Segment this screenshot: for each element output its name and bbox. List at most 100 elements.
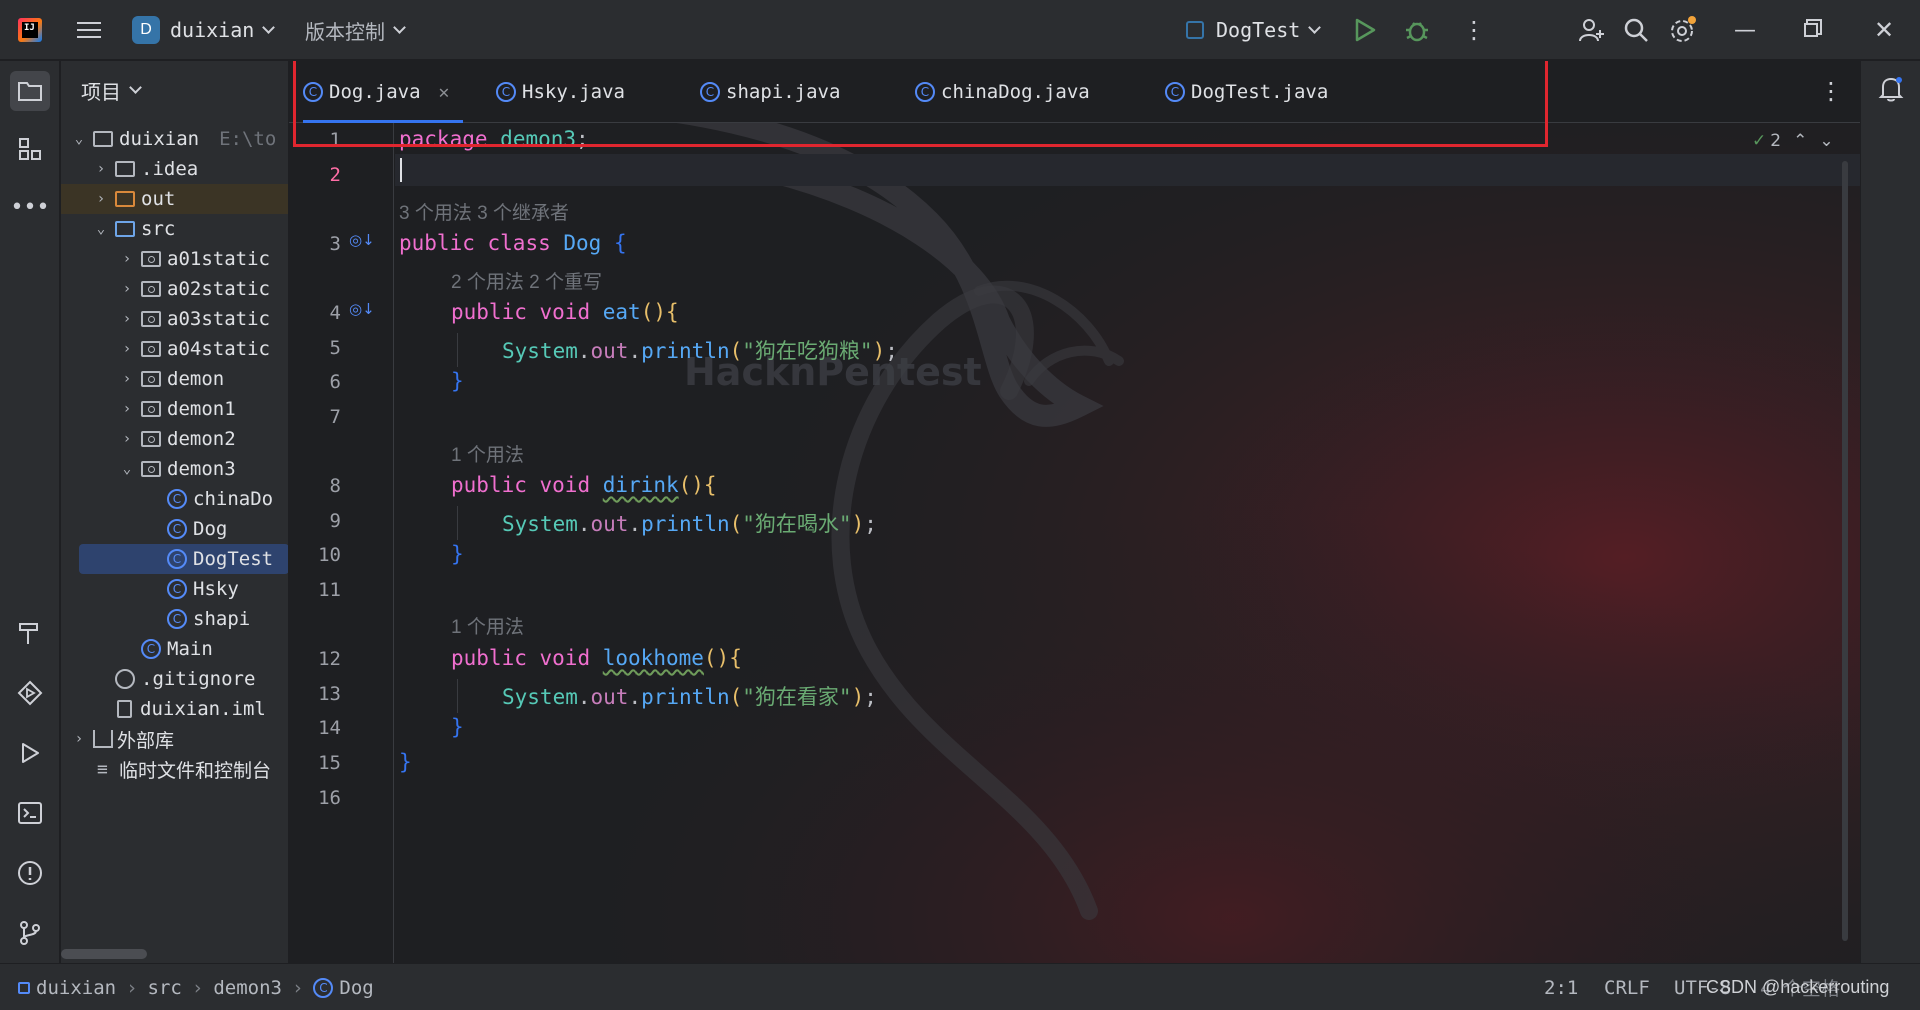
indent-guide <box>457 506 458 540</box>
line-number: 11 <box>318 579 341 601</box>
code-line-10[interactable]: } <box>451 542 464 566</box>
tree-item-chinadog[interactable]: C chinaDo <box>61 484 288 514</box>
tree-item-demon3[interactable]: ⌄ demon3 <box>61 454 288 484</box>
tab-options-icon[interactable]: ⋮ <box>1819 77 1843 105</box>
search-button[interactable] <box>1622 0 1650 60</box>
project-tool-button[interactable] <box>10 71 50 111</box>
implemented-marker-icon[interactable]: ◎↓ <box>349 231 375 249</box>
tab-chinadog-java[interactable]: C chinaDog.java <box>915 61 1090 123</box>
left-tool-strip: ••• <box>0 61 60 963</box>
run-tool-button[interactable] <box>10 733 50 773</box>
run-config-selector[interactable]: DogTest <box>1186 0 1322 60</box>
tree-item-label: shapi <box>193 608 251 630</box>
inspection-widget[interactable]: ✓ 2 ⌃ ⌄ <box>1752 131 1834 151</box>
code-line-13[interactable]: System.out.println("狗在看家"); <box>502 681 877 711</box>
tree-item-a03static[interactable]: › a03static <box>61 304 288 334</box>
breadcrumb-item[interactable]: duixian <box>36 977 116 999</box>
chevron-down-icon: ⌄ <box>74 131 84 147</box>
tree-item-label: .idea <box>141 158 199 180</box>
tree-item-a01static[interactable]: › a01static <box>61 244 288 274</box>
tree-item-demon2[interactable]: › demon2 <box>61 424 288 454</box>
overridden-marker-icon[interactable]: ◎↓ <box>349 300 375 318</box>
more-tools-icon[interactable]: ••• <box>10 187 50 227</box>
tree-item-dog[interactable]: C Dog <box>61 514 288 544</box>
close-icon[interactable]: ✕ <box>1874 0 1894 60</box>
eat-usage-hint[interactable]: 2 个用法 2 个重写 <box>451 267 602 294</box>
code-line-14[interactable]: } <box>451 715 464 739</box>
package-icon <box>141 251 161 267</box>
tree-item-label: src <box>141 218 176 240</box>
code-line-9[interactable]: System.out.println("狗在喝水"); <box>502 508 877 538</box>
code-line-6[interactable]: } <box>451 369 464 393</box>
tree-item-demon[interactable]: › demon <box>61 364 288 394</box>
line-number: 13 <box>318 683 341 705</box>
vertical-scrollbar[interactable] <box>1842 161 1848 941</box>
class-icon: C <box>167 519 187 539</box>
tab-dogtest-java[interactable]: C DogTest.java <box>1165 61 1328 123</box>
tree-item-hsky[interactable]: C Hsky <box>61 574 288 604</box>
intellij-logo-icon[interactable]: IJ <box>18 18 42 42</box>
line-separator[interactable]: CRLF <box>1604 964 1650 1010</box>
project-switcher[interactable]: D duixian <box>132 0 276 60</box>
minimize-icon[interactable]: — <box>1734 0 1756 60</box>
vcs-label: 版本控制 <box>305 19 385 44</box>
tab-shapi-java[interactable]: C shapi.java <box>700 61 840 123</box>
chevron-down-icon[interactable]: ⌄ <box>1819 131 1833 151</box>
services-tool-button[interactable] <box>10 673 50 713</box>
build-tool-button[interactable] <box>10 613 50 653</box>
tree-item-scratches[interactable]: ≡ 临时文件和控制台 <box>61 754 288 784</box>
code-line-8[interactable]: public void dirink(){ <box>451 473 717 497</box>
line-number: 10 <box>318 544 341 566</box>
main-menu-icon[interactable] <box>76 0 102 60</box>
tree-item-duixian[interactable]: ⌄ duixian E:\to <box>61 124 288 154</box>
tree-item-idea[interactable]: › .idea <box>61 154 288 184</box>
code-line-1[interactable]: package demon3; <box>399 127 589 151</box>
code-line-3[interactable]: public class Dog { <box>399 231 627 255</box>
class-icon: C <box>167 609 187 629</box>
chevron-up-icon[interactable]: ⌃ <box>1793 131 1807 151</box>
structure-tool-button[interactable] <box>10 129 50 169</box>
vcs-menu[interactable]: 版本控制 <box>305 0 406 60</box>
tab-hsky-java[interactable]: C Hsky.java <box>496 61 625 123</box>
git-tool-button[interactable] <box>10 913 50 953</box>
project-panel-header[interactable]: 项目 <box>81 76 142 105</box>
breadcrumb-item[interactable]: Dog <box>339 977 373 999</box>
tree-item-label: .gitignore <box>141 668 256 690</box>
code-with-me-button[interactable] <box>1578 0 1606 60</box>
code-line-5[interactable]: System.out.println("狗在吃狗粮"); <box>502 335 898 365</box>
more-actions-icon[interactable]: ⋮ <box>1462 0 1486 60</box>
problems-tool-button[interactable] <box>10 853 50 893</box>
tree-item-demon1[interactable]: › demon1 <box>61 394 288 424</box>
run-button[interactable] <box>1354 0 1376 60</box>
tree-item-main[interactable]: C Main <box>61 634 288 664</box>
caret-position[interactable]: 2:1 <box>1544 964 1578 1010</box>
horizontal-scrollbar[interactable] <box>61 949 147 959</box>
tree-item-src[interactable]: ⌄ src <box>61 214 288 244</box>
module-icon <box>18 981 30 994</box>
tree-item-dogtest[interactable]: C DogTest <box>79 544 288 574</box>
debug-button[interactable] <box>1404 0 1430 60</box>
chevron-right-icon: › <box>122 311 132 327</box>
tree-item-shapi[interactable]: C shapi <box>61 604 288 634</box>
code-line-4[interactable]: public void eat(){ <box>451 300 679 324</box>
breadcrumb-item[interactable]: demon3 <box>213 977 282 999</box>
restore-icon[interactable] <box>1804 0 1818 60</box>
close-icon[interactable]: ✕ <box>439 82 450 103</box>
dirink-usage-hint[interactable]: 1 个用法 <box>451 440 524 467</box>
tree-item-a02static[interactable]: › a02static <box>61 274 288 304</box>
notifications-button[interactable] <box>1871 69 1911 109</box>
code-line-15[interactable]: } <box>399 750 412 774</box>
tree-item-label: a03static <box>167 308 270 330</box>
class-usage-hint[interactable]: 3 个用法 3 个继承者 <box>399 198 569 225</box>
lookhome-usage-hint[interactable]: 1 个用法 <box>451 612 524 639</box>
tree-item-iml[interactable]: duixian.iml <box>61 694 288 724</box>
settings-button[interactable] <box>1668 0 1698 60</box>
tree-item-out[interactable]: › out <box>61 184 288 214</box>
breadcrumb-item[interactable]: src <box>148 977 182 999</box>
terminal-tool-button[interactable] <box>10 793 50 833</box>
tree-item-gitignore[interactable]: .gitignore <box>61 664 288 694</box>
tree-item-a04static[interactable]: › a04static <box>61 334 288 364</box>
code-line-12[interactable]: public void lookhome(){ <box>451 646 742 670</box>
tree-item-external-libraries[interactable]: › 外部库 <box>61 724 288 754</box>
tab-dog-java[interactable]: C Dog.java ✕ <box>303 61 464 123</box>
